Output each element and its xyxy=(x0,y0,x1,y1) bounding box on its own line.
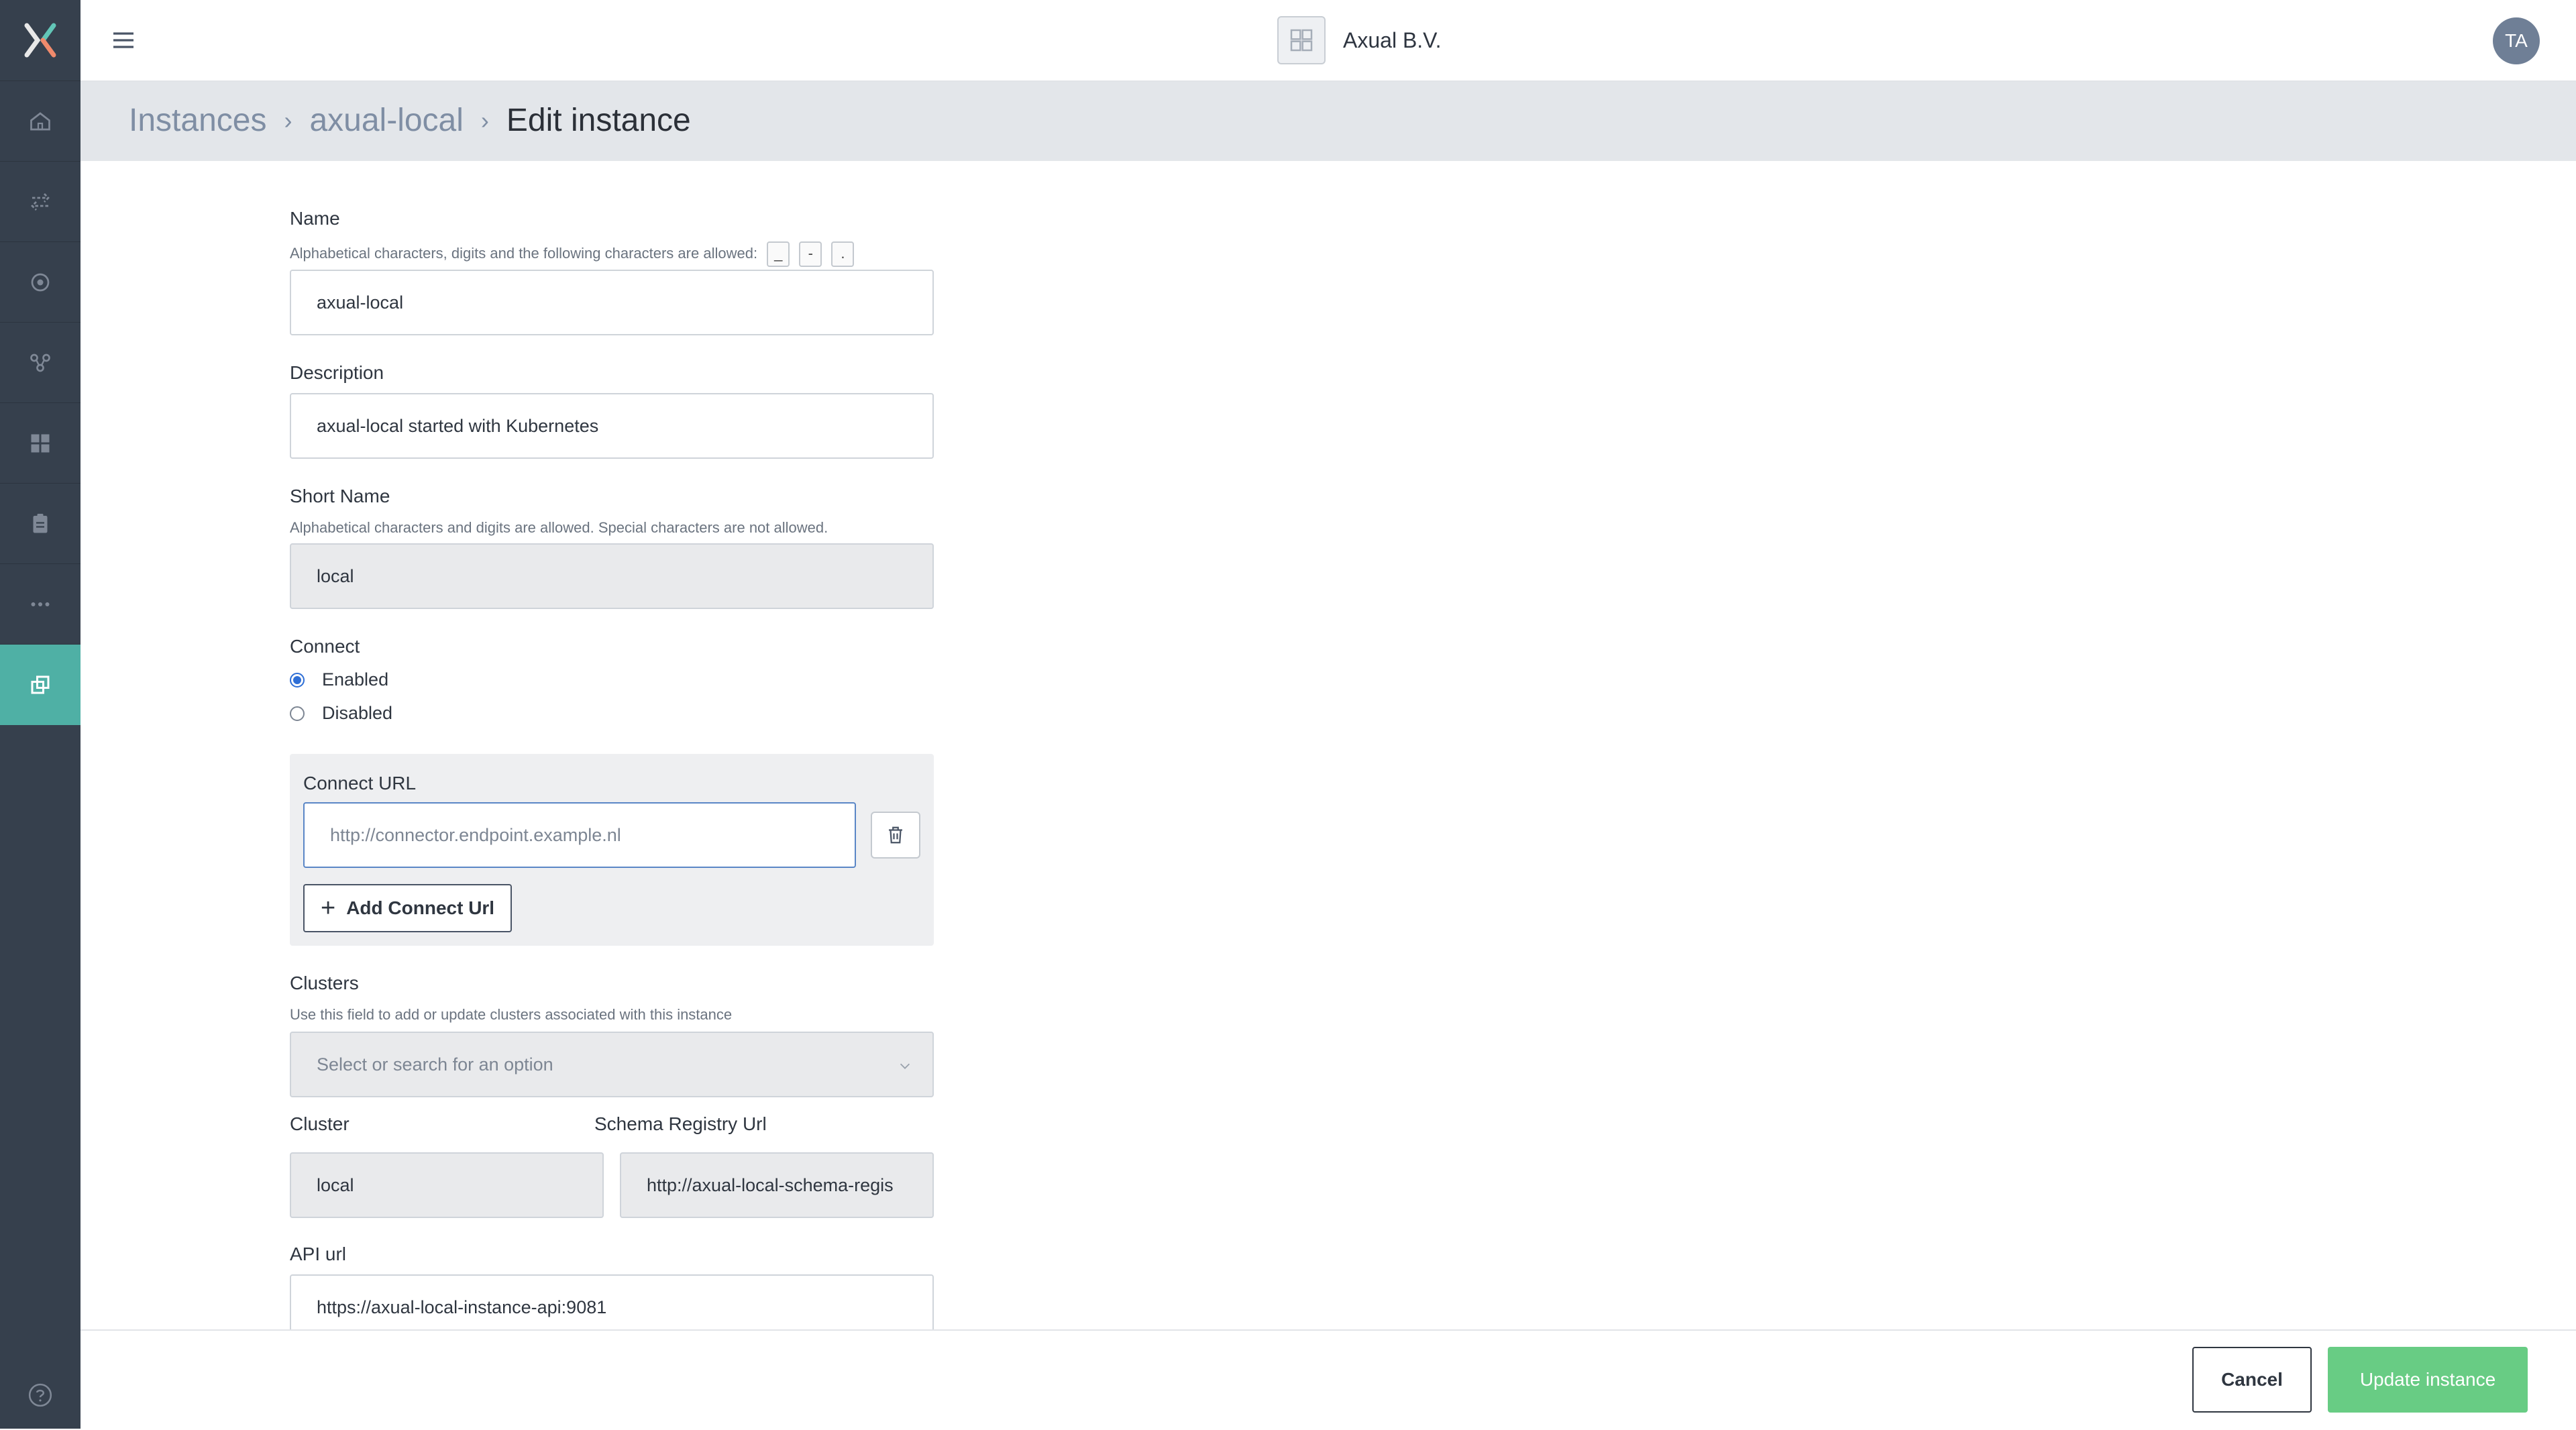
topbar: Axual B.V. TA xyxy=(80,0,2576,82)
target-icon xyxy=(31,273,50,292)
connect-url-input[interactable]: http://connector.endpoint.example.nl xyxy=(303,802,856,868)
home-icon xyxy=(30,112,50,131)
short-name-input: local xyxy=(290,543,934,609)
allowed-char-dash: - xyxy=(799,241,822,267)
connect-enabled-radio[interactable]: Enabled xyxy=(290,669,388,690)
connect-label: Connect xyxy=(290,636,360,657)
schema-registry-input[interactable]: http://axual-local-schema-regis xyxy=(620,1152,934,1218)
axual-logo[interactable] xyxy=(0,0,80,80)
cluster-input: local xyxy=(290,1152,604,1218)
allowed-char-underscore: _ xyxy=(767,241,790,267)
clusters-select[interactable]: Select or search for an option xyxy=(290,1032,934,1097)
name-label: Name xyxy=(290,208,340,229)
grid-icon xyxy=(31,434,50,453)
sidebar-item-applications[interactable] xyxy=(0,241,80,323)
nodes-icon xyxy=(30,353,50,372)
breadcrumb-bar: Instances › axual-local › Edit instance xyxy=(80,82,2576,161)
plus-icon: + xyxy=(321,893,336,922)
allowed-char-dot: . xyxy=(831,241,855,267)
connect-enabled-label: Enabled xyxy=(322,669,389,690)
clusters-label: Clusters xyxy=(290,973,359,993)
name-hint-text: Alphabetical characters, digits and the … xyxy=(290,244,758,262)
chevron-right-icon: › xyxy=(480,106,489,134)
update-instance-button[interactable]: Update instance xyxy=(2328,1347,2528,1413)
clusters-hint: Use this field to add or update clusters… xyxy=(290,1006,733,1023)
organization-switcher[interactable]: Axual B.V. xyxy=(1277,16,1441,64)
logo-icon xyxy=(24,23,56,58)
short-name-label: Short Name xyxy=(290,486,390,506)
connect-url-label: Connect URL xyxy=(303,773,417,793)
radio-selected-icon xyxy=(290,672,305,688)
sidebar-item-instances[interactable] xyxy=(0,644,80,725)
sidebar-item-home[interactable] xyxy=(0,80,80,162)
schema-registry-label: Schema Registry Url xyxy=(594,1113,767,1134)
connect-disabled-radio[interactable]: Disabled xyxy=(290,703,392,724)
short-name-hint: Alphabetical characters and digits are a… xyxy=(290,519,828,536)
chevron-right-icon: › xyxy=(284,106,292,134)
description-input[interactable]: axual-local started with Kubernetes xyxy=(290,393,934,459)
name-hint: Alphabetical characters, digits and the … xyxy=(290,241,855,267)
add-connect-url-button[interactable]: + Add Connect Url xyxy=(303,884,513,932)
sidebar-item-schemas[interactable] xyxy=(0,483,80,564)
radio-unselected-icon xyxy=(290,706,305,721)
sidebar-item-streams[interactable] xyxy=(0,161,80,242)
help-icon xyxy=(28,1383,52,1407)
sidebar-item-dashboard[interactable] xyxy=(0,402,80,484)
page-title: Edit instance xyxy=(506,103,691,138)
breadcrumb: Instances › axual-local › Edit instance xyxy=(129,102,691,139)
menu-icon[interactable] xyxy=(110,27,137,54)
connect-disabled-label: Disabled xyxy=(322,703,393,723)
sidebar-item-more[interactable] xyxy=(0,563,80,645)
api-url-label: API url xyxy=(290,1244,347,1264)
organization-name: Axual B.V. xyxy=(1343,28,1442,52)
instances-icon xyxy=(31,675,50,694)
organization-icon xyxy=(1277,16,1326,64)
more-icon xyxy=(31,602,50,606)
breadcrumb-instances[interactable]: Instances xyxy=(129,102,266,139)
chevron-down-icon xyxy=(900,1063,910,1069)
help-button[interactable] xyxy=(0,1362,80,1429)
sidebar xyxy=(0,0,80,1429)
breadcrumb-instance[interactable]: axual-local xyxy=(309,102,463,139)
clusters-select-placeholder: Select or search for an option xyxy=(317,1054,553,1075)
description-label: Description xyxy=(290,362,384,383)
name-input[interactable]: axual-local xyxy=(290,270,934,335)
trash-icon xyxy=(889,826,902,844)
arrows-icon xyxy=(31,193,50,211)
sidebar-item-environments[interactable] xyxy=(0,322,80,403)
user-avatar[interactable]: TA xyxy=(2493,17,2540,64)
cluster-label: Cluster xyxy=(290,1113,350,1134)
clipboard-icon xyxy=(33,514,48,533)
delete-connect-url-button[interactable] xyxy=(871,812,920,859)
add-connect-url-label: Add Connect Url xyxy=(346,897,495,918)
cancel-button[interactable]: Cancel xyxy=(2192,1347,2312,1413)
